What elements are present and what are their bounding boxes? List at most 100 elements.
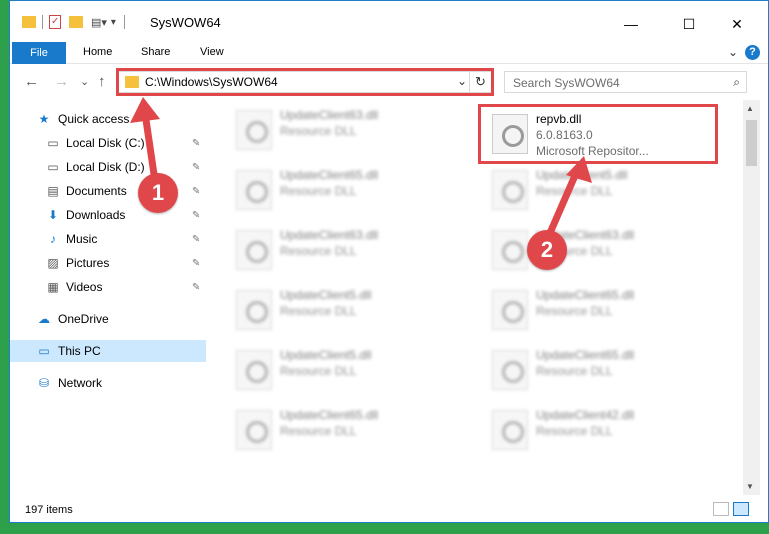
- file-tile[interactable]: UpdateClient63.dll Resource DLL: [486, 222, 722, 280]
- sidebar-item-this-pc[interactable]: ▭ This PC: [10, 340, 206, 362]
- scroll-thumb[interactable]: [746, 120, 757, 166]
- sidebar-item-music[interactable]: ♪ Music ✎: [10, 228, 206, 250]
- file-tile-repvb[interactable]: repvb.dll 6.0.8163.0 Microsoft Repositor…: [478, 104, 722, 164]
- dll-file-icon: [492, 410, 528, 450]
- sidebar-item-downloads[interactable]: ⬇ Downloads ✎: [10, 204, 206, 226]
- maximize-button[interactable]: ☐: [666, 9, 712, 39]
- customize-toolbar-icon[interactable]: ▤▾: [91, 16, 107, 29]
- file-name: UpdateClient65.dll: [536, 288, 635, 302]
- forward-button[interactable]: →: [54, 73, 69, 90]
- file-type: Resource DLL: [280, 184, 357, 198]
- cloud-icon: ☁: [38, 312, 50, 326]
- minimize-button[interactable]: —: [608, 9, 654, 39]
- folder-icon: [22, 16, 36, 28]
- pin-icon[interactable]: ✎: [192, 138, 200, 149]
- sidebar-item-onedrive[interactable]: ☁ OneDrive: [10, 308, 206, 330]
- file-name: UpdateClient5.dll: [280, 348, 372, 362]
- dll-file-icon: [236, 410, 272, 450]
- pin-icon[interactable]: ✎: [192, 234, 200, 245]
- separator: [123, 15, 125, 29]
- back-button[interactable]: ←: [24, 73, 39, 90]
- pin-icon[interactable]: ✎: [192, 210, 200, 221]
- window-title: SysWOW64: [150, 15, 221, 30]
- sidebar-item-quick-access[interactable]: ★ Quick access: [10, 108, 206, 130]
- file-type: Resource DLL: [280, 424, 357, 438]
- vertical-scrollbar[interactable]: ▲ ▼: [743, 100, 760, 495]
- dll-file-icon: [236, 350, 272, 390]
- sidebar-item-label: Documents: [66, 184, 127, 198]
- large-icons-view-icon[interactable]: [733, 502, 749, 516]
- dll-file-icon: [492, 350, 528, 390]
- search-box[interactable]: Search SysWOW64 ⌕: [504, 71, 747, 93]
- dll-file-icon: [492, 230, 528, 270]
- pin-icon[interactable]: ✎: [192, 282, 200, 293]
- dll-file-icon: [492, 290, 528, 330]
- tab-file[interactable]: File: [12, 42, 66, 64]
- file-type: Resource DLL: [536, 424, 613, 438]
- item-count: 197 items: [25, 504, 73, 516]
- file-type: Resource DLL: [280, 124, 357, 138]
- sidebar-item-label: Network: [58, 376, 103, 390]
- file-highlight-box: [478, 104, 718, 164]
- file-list: UpdateClient63.dll Resource DLL UpdateCl…: [208, 100, 742, 495]
- sidebar-item-local-disk-d[interactable]: ▭ Local Disk (D:) ✎: [10, 156, 206, 178]
- properties-icon[interactable]: ✓: [49, 15, 61, 29]
- pictures-icon: ▨: [47, 256, 59, 270]
- close-button[interactable]: ✕: [714, 9, 760, 39]
- sidebar-item-label: Quick access: [58, 112, 130, 126]
- dll-file-icon: [236, 110, 272, 150]
- sidebar-item-pictures[interactable]: ▨ Pictures ✎: [10, 252, 206, 274]
- file-tile[interactable]: UpdateClient63.dll Resource DLL: [230, 222, 466, 280]
- title-bar: ✓ ▤▾ ▾ SysWOW64 — ☐ ✕: [10, 1, 768, 42]
- sidebar-item-label: OneDrive: [58, 312, 109, 326]
- dll-file-icon: [492, 170, 528, 210]
- sidebar-item-videos[interactable]: ▦ Videos ✎: [10, 276, 206, 298]
- star-icon: ★: [38, 112, 50, 126]
- navigation-bar: ← → ⌄ ↑ C:\Windows\SysWOW64 ⌄ ↻ Search S…: [10, 64, 768, 100]
- scroll-up-icon[interactable]: ▲: [746, 104, 754, 113]
- dll-file-icon: [236, 230, 272, 270]
- file-name: UpdateClient63.dll: [280, 228, 379, 242]
- file-tile[interactable]: UpdateClient5.dll Resource DLL: [486, 162, 722, 220]
- quick-access-toolbar: ✓ ▤▾ ▾: [22, 13, 125, 31]
- search-input[interactable]: Search SysWOW64: [513, 76, 620, 90]
- file-tile[interactable]: UpdateClient65.dll Resource DLL: [486, 282, 722, 340]
- file-tile[interactable]: UpdateClient5.dll Resource DLL: [230, 282, 466, 340]
- expand-ribbon-icon[interactable]: ⌄: [728, 45, 738, 59]
- sidebar-item-label: Pictures: [66, 256, 110, 270]
- documents-icon: ▤: [47, 184, 59, 198]
- tab-view[interactable]: View: [200, 46, 224, 58]
- ribbon-tabs: File Home Share View ⌄ ?: [10, 42, 768, 64]
- drive-icon: ▭: [47, 136, 59, 150]
- toolbar-dropdown-icon[interactable]: ▾: [111, 17, 116, 28]
- file-type: Resource DLL: [536, 364, 613, 378]
- pin-icon[interactable]: ✎: [192, 186, 200, 197]
- file-type: Resource DLL: [280, 364, 357, 378]
- file-type: Resource DLL: [280, 244, 357, 258]
- file-tile[interactable]: UpdateClient65.dll Resource DLL: [230, 162, 466, 220]
- help-icon[interactable]: ?: [745, 45, 760, 60]
- pin-icon[interactable]: ✎: [192, 258, 200, 269]
- file-tile[interactable]: UpdateClient5.dll Resource DLL: [230, 342, 466, 400]
- sidebar-item-local-disk-c[interactable]: ▭ Local Disk (C:) ✎: [10, 132, 206, 154]
- computer-icon: ▭: [38, 344, 50, 358]
- pin-icon[interactable]: ✎: [192, 162, 200, 173]
- tab-share[interactable]: Share: [141, 46, 170, 58]
- sidebar-item-label: Music: [66, 232, 98, 246]
- file-name: UpdateClient5.dll: [280, 288, 372, 302]
- file-name: UpdateClient42.dll: [536, 408, 635, 422]
- file-tile[interactable]: UpdateClient63.dll Resource DLL: [230, 102, 466, 160]
- sidebar-item-network[interactable]: ⛁ Network: [10, 372, 206, 394]
- file-type: Resource DLL: [536, 184, 613, 198]
- file-tile[interactable]: UpdateClient65.dll Resource DLL: [486, 342, 722, 400]
- tab-home[interactable]: Home: [83, 46, 112, 58]
- step-1-badge: 1: [138, 173, 178, 213]
- search-icon[interactable]: ⌕: [733, 75, 740, 90]
- new-folder-icon[interactable]: [69, 16, 83, 28]
- file-tile[interactable]: UpdateClient65.dll Resource DLL: [230, 402, 466, 460]
- up-button[interactable]: ↑: [98, 73, 106, 90]
- scroll-down-icon[interactable]: ▼: [746, 482, 754, 491]
- file-tile[interactable]: UpdateClient42.dll Resource DLL: [486, 402, 722, 460]
- recent-locations-button[interactable]: ⌄: [80, 75, 89, 88]
- details-view-icon[interactable]: [713, 502, 729, 516]
